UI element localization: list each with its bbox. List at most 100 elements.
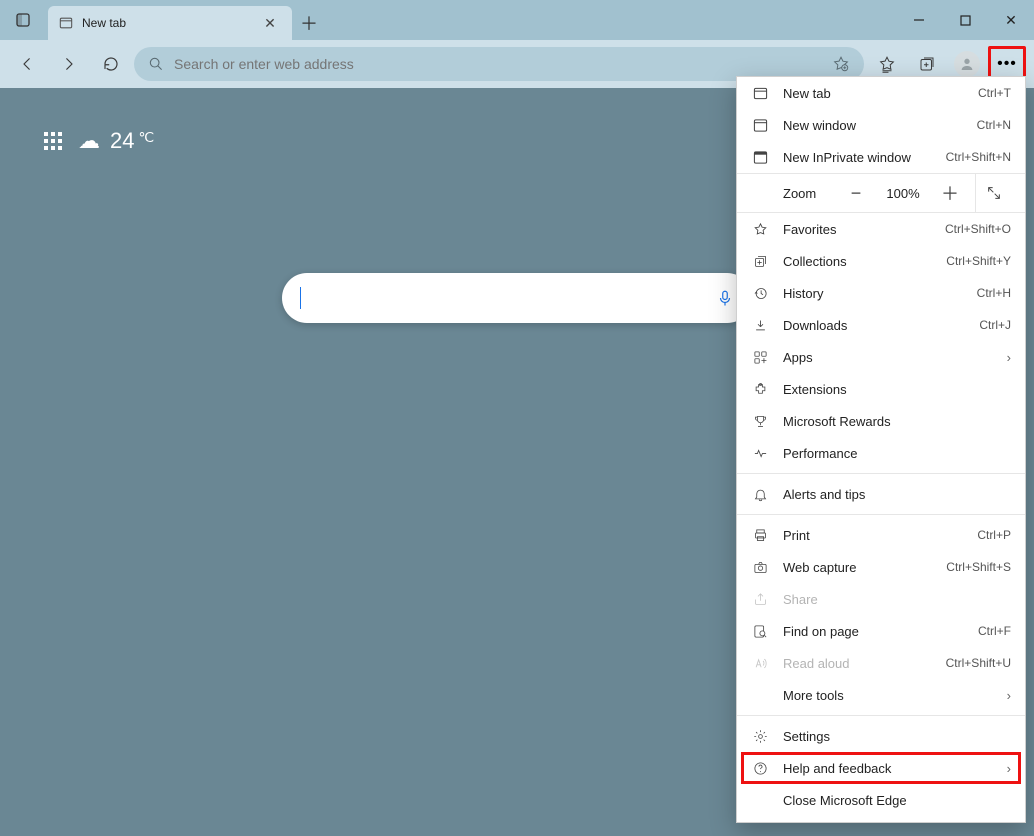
zoom-label: Zoom [751, 186, 831, 201]
menu-extensions[interactable]: Extensions [737, 373, 1025, 405]
menu-shortcut: Ctrl+Shift+O [945, 222, 1011, 236]
menu-label: Alerts and tips [783, 487, 1011, 502]
menu-more-tools[interactable]: More tools› [737, 679, 1025, 711]
inprivate-icon [751, 150, 769, 165]
menu-label: New window [783, 118, 963, 133]
window-controls: ✕ [896, 0, 1034, 40]
menu-label: Downloads [783, 318, 965, 333]
menu-shortcut: Ctrl+Shift+N [946, 150, 1011, 164]
menu-close-edge[interactable]: Close Microsoft Edge [737, 784, 1025, 816]
zoom-out-button[interactable]: − [841, 183, 871, 204]
avatar-icon [954, 51, 980, 77]
newtab-favicon-icon [58, 15, 74, 31]
menu-new-window[interactable]: New windowCtrl+N [737, 109, 1025, 141]
search-icon [148, 56, 164, 72]
bell-icon [751, 487, 769, 502]
menu-label: Settings [783, 729, 1011, 744]
collections-icon [751, 254, 769, 269]
menu-separator [737, 473, 1025, 474]
menu-shortcut: Ctrl+T [978, 86, 1011, 100]
menu-label: History [783, 286, 963, 301]
camera-icon [751, 560, 769, 575]
browser-tab[interactable]: New tab ✕ [48, 6, 292, 40]
ellipsis-icon: ••• [997, 55, 1017, 73]
menu-history[interactable]: History Ctrl+H [737, 277, 1025, 309]
cloud-icon: ☁ [78, 128, 100, 154]
titlebar: New tab ✕ ＋ ✕ [0, 0, 1034, 40]
menu-label: Web capture [783, 560, 932, 575]
menu-shortcut: Ctrl+Shift+S [946, 560, 1011, 574]
minimize-button[interactable] [896, 0, 942, 40]
menu-label: Extensions [783, 382, 1011, 397]
menu-read-aloud: Read aloudCtrl+Shift+U [737, 647, 1025, 679]
menu-label: Performance [783, 446, 1011, 461]
settings-and-more-menu: New tab Ctrl+T New windowCtrl+N New InPri… [736, 76, 1026, 823]
help-icon [751, 761, 769, 776]
maximize-button[interactable] [942, 0, 988, 40]
menu-downloads[interactable]: DownloadsCtrl+J [737, 309, 1025, 341]
menu-collections[interactable]: Collections Ctrl+Shift+Y [737, 245, 1025, 277]
microphone-icon[interactable] [716, 287, 734, 309]
menu-label: Apps [783, 350, 993, 365]
menu-find[interactable]: Find on page Ctrl+F [737, 615, 1025, 647]
menu-new-tab[interactable]: New tab Ctrl+T [737, 77, 1025, 109]
page-settings-icon[interactable] [44, 132, 62, 150]
menu-label: Find on page [783, 624, 964, 639]
weather-widget[interactable]: ☁ 24 ℃ [78, 128, 154, 154]
menu-label: New tab [783, 86, 964, 101]
newtab-icon [751, 86, 769, 101]
back-button[interactable] [8, 46, 46, 82]
menu-favorites[interactable]: Favorites Ctrl+Shift+O [737, 213, 1025, 245]
ntp-search-box[interactable] [282, 273, 752, 323]
heartbeat-icon [751, 446, 769, 461]
menu-shortcut: Ctrl+H [977, 286, 1011, 300]
menu-label: Microsoft Rewards [783, 414, 1011, 429]
menu-label: Favorites [783, 222, 931, 237]
menu-apps[interactable]: Apps › [737, 341, 1025, 373]
add-favorite-icon[interactable] [832, 55, 850, 73]
window-icon [751, 118, 769, 133]
menu-help-and-feedback[interactable]: Help and feedback › [737, 752, 1025, 784]
menu-label: Share [783, 592, 1011, 607]
menu-rewards[interactable]: Microsoft Rewards [737, 405, 1025, 437]
menu-label: Help and feedback [783, 761, 993, 776]
menu-shortcut: Ctrl+Shift+U [946, 656, 1011, 670]
forward-button[interactable] [50, 46, 88, 82]
apps-icon [751, 350, 769, 365]
share-icon [751, 592, 769, 607]
temperature-unit: ℃ [138, 129, 154, 146]
menu-separator [737, 514, 1025, 515]
menu-performance[interactable]: Performance [737, 437, 1025, 469]
chevron-right-icon: › [1007, 688, 1011, 703]
gear-icon [751, 729, 769, 744]
new-tab-button[interactable]: ＋ [292, 6, 326, 40]
puzzle-icon [751, 382, 769, 397]
menu-shortcut: Ctrl+P [977, 528, 1011, 542]
tab-close-button[interactable]: ✕ [258, 11, 282, 35]
chevron-right-icon: › [1007, 350, 1011, 365]
menu-new-inprivate[interactable]: New InPrivate window Ctrl+Shift+N [737, 141, 1025, 173]
download-icon [751, 318, 769, 333]
print-icon [751, 528, 769, 543]
menu-label: New InPrivate window [783, 150, 932, 165]
address-input[interactable] [174, 56, 822, 72]
menu-settings[interactable]: Settings [737, 720, 1025, 752]
trophy-icon [751, 414, 769, 429]
refresh-button[interactable] [92, 46, 130, 82]
menu-label: Print [783, 528, 963, 543]
close-window-button[interactable]: ✕ [988, 0, 1034, 40]
menu-web-capture[interactable]: Web capture Ctrl+Shift+S [737, 551, 1025, 583]
menu-shortcut: Ctrl+F [978, 624, 1011, 638]
fullscreen-button[interactable] [975, 174, 1011, 212]
menu-share: Share [737, 583, 1025, 615]
tab-actions-icon[interactable] [0, 0, 48, 40]
star-icon [751, 222, 769, 237]
menu-zoom-row: Zoom − 100% ＋ [737, 173, 1025, 213]
tab-title: New tab [82, 16, 250, 30]
menu-alerts[interactable]: Alerts and tips [737, 478, 1025, 510]
menu-print[interactable]: Print Ctrl+P [737, 519, 1025, 551]
menu-label: Collections [783, 254, 932, 269]
menu-shortcut: Ctrl+Shift+Y [946, 254, 1011, 268]
zoom-in-button[interactable]: ＋ [935, 180, 965, 206]
text-cursor [300, 287, 301, 309]
